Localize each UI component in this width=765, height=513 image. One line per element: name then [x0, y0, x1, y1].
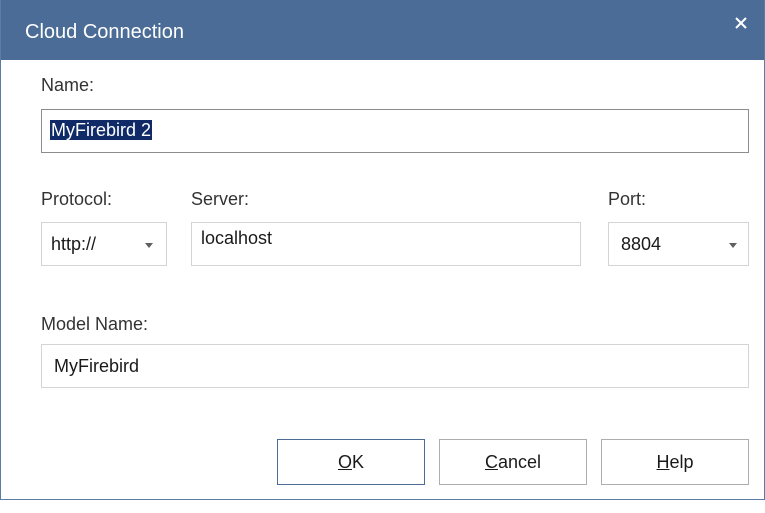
- cloud-connection-dialog: Cloud Connection Name: MyFirebird 2 Prot…: [0, 0, 765, 500]
- help-button-mnemonic: H: [656, 451, 670, 472]
- server-input[interactable]: localhost: [191, 222, 581, 266]
- name-input[interactable]: MyFirebird 2: [41, 109, 749, 153]
- title-bar: Cloud Connection: [1, 0, 764, 60]
- chevron-down-icon: [145, 243, 153, 248]
- cancel-button-mnemonic: C: [484, 451, 498, 472]
- name-label: Name:: [41, 75, 95, 95]
- server-input-value: localhost: [201, 228, 273, 248]
- protocol-select-value: http://: [51, 234, 97, 254]
- model-name-input[interactable]: MyFirebird: [41, 344, 749, 388]
- port-select-value: 8804: [621, 234, 662, 254]
- ok-button-label: K: [352, 451, 365, 472]
- ok-button-mnemonic: O: [337, 451, 352, 472]
- cancel-button[interactable]: Cancel: [439, 439, 587, 485]
- close-icon: [735, 17, 747, 29]
- name-input-value: MyFirebird 2: [50, 120, 153, 140]
- port-select[interactable]: 8804: [608, 222, 749, 266]
- model-name-input-value: MyFirebird: [54, 356, 140, 376]
- cancel-button-label: ancel: [497, 451, 542, 472]
- help-button-label: elp: [669, 451, 694, 472]
- chevron-down-icon: [729, 243, 737, 248]
- server-label: Server:: [191, 189, 250, 209]
- protocol-select[interactable]: http://: [41, 222, 167, 266]
- protocol-label: Protocol:: [41, 189, 113, 209]
- close-button[interactable]: [718, 0, 764, 46]
- window-title: Cloud Connection: [25, 21, 184, 43]
- port-label: Port:: [608, 189, 647, 209]
- ok-button[interactable]: OK: [277, 439, 425, 485]
- model-name-label: Model Name:: [41, 314, 149, 334]
- help-button[interactable]: Help: [601, 439, 749, 485]
